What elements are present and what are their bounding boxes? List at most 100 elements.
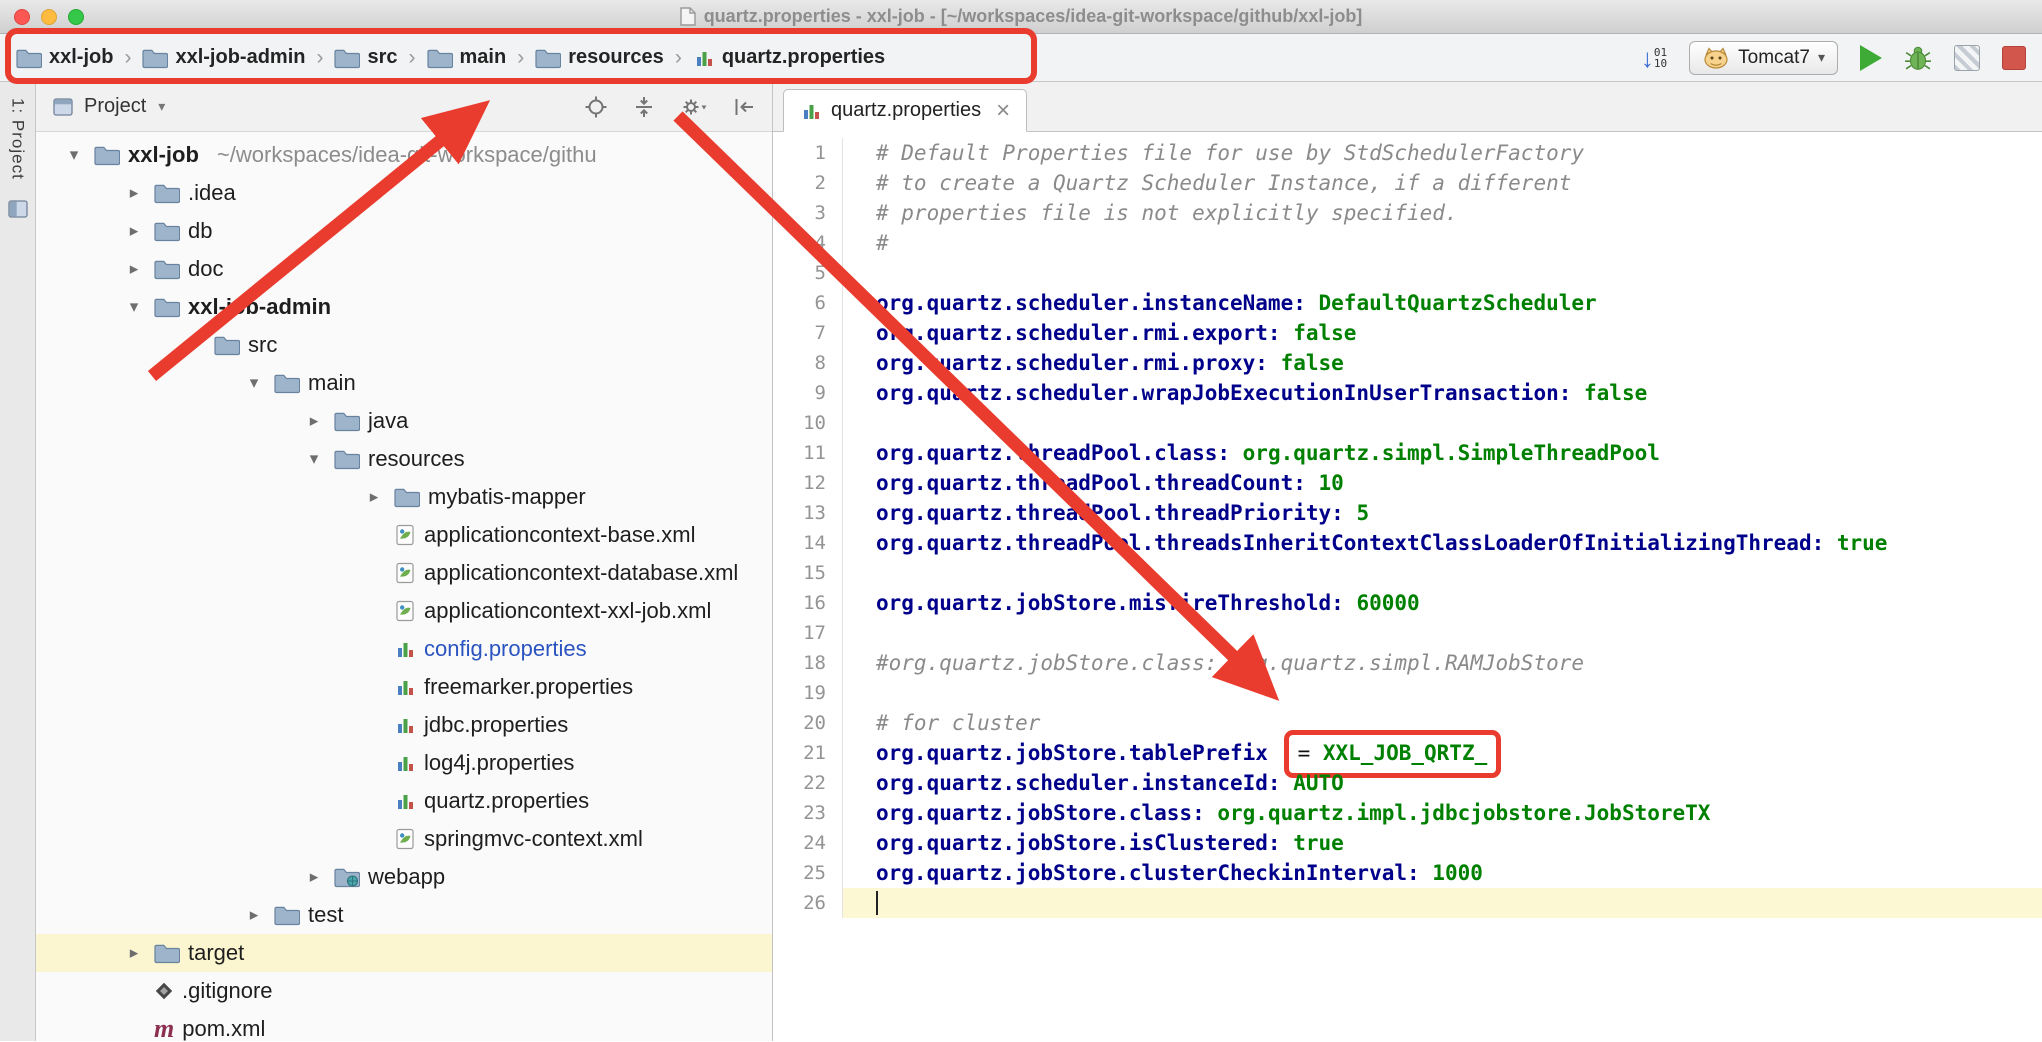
code-segment: false	[1584, 381, 1647, 405]
tomcat-icon	[1702, 46, 1730, 70]
tree-item-db[interactable]: ▸db	[36, 212, 772, 250]
settings-icon[interactable]	[680, 95, 708, 119]
chevron-collapsed-icon[interactable]: ▸	[122, 183, 146, 203]
line-number: 23	[773, 798, 843, 828]
editor-tab-quartz-properties[interactable]: quartz.properties ×	[783, 89, 1027, 132]
code-editor[interactable]: 1# Default Properties file for use by St…	[773, 132, 2042, 1041]
zoom-window-button[interactable]	[68, 9, 84, 25]
tree-item-mybatis-mapper[interactable]: ▸mybatis-mapper	[36, 478, 772, 516]
folder-icon	[334, 448, 360, 470]
text-caret	[876, 891, 878, 915]
tree-item-freemarker-properties[interactable]: freemarker.properties	[36, 668, 772, 706]
chevron-collapsed-icon[interactable]: ▸	[302, 867, 326, 887]
tree-item-path-suffix: ~/workspaces/idea-git-workspace/githu	[217, 142, 597, 168]
tree-item-gitignore[interactable]: .gitignore	[36, 972, 772, 1010]
tree-item-springmvc-context-xml[interactable]: springmvc-context.xml	[36, 820, 772, 858]
close-tab-icon[interactable]: ×	[996, 101, 1010, 121]
chevron-collapsed-icon[interactable]: ▸	[122, 943, 146, 963]
code-segment: #	[876, 231, 889, 255]
tree-item-target[interactable]: ▸target	[36, 934, 772, 972]
tree-item-pom-xml[interactable]: mpom.xml	[36, 1010, 772, 1041]
code-segment: =	[1298, 741, 1323, 765]
chevron-collapsed-icon[interactable]: ▸	[122, 221, 146, 241]
tree-item-java[interactable]: ▸java	[36, 402, 772, 440]
chevron-collapsed-icon[interactable]: ▸	[302, 411, 326, 431]
tree-item-resources[interactable]: ▾resources	[36, 440, 772, 478]
chevron-expanded-icon[interactable]: ▾	[302, 449, 326, 469]
tree-item-idea[interactable]: ▸ .idea	[36, 174, 772, 212]
breadcrumb-item-quartz-properties[interactable]: quartz.properties	[693, 46, 885, 69]
tree-item-applicationcontext-base-xml[interactable]: applicationcontext-base.xml	[36, 516, 772, 554]
breadcrumb-separator-icon: ›	[407, 46, 418, 70]
chevron-collapsed-icon[interactable]: ▸	[362, 487, 386, 507]
tree-item-label: pom.xml	[182, 1016, 265, 1041]
line-number: 6	[773, 288, 843, 318]
close-window-button[interactable]	[14, 9, 30, 25]
view-options-chevron-icon[interactable]: ▾	[158, 98, 165, 115]
chevron-expanded-icon[interactable]: ▾	[122, 297, 146, 317]
tree-item-test[interactable]: ▸test	[36, 896, 772, 934]
navigation-bar: xxl-job›xxl-job-admin›src›main›resources…	[0, 34, 2042, 82]
window-title: quartz.properties - xxl-job - [~/workspa…	[680, 6, 1363, 27]
tree-item-label: .idea	[188, 180, 236, 206]
chevron-collapsed-icon[interactable]: ▸	[242, 905, 266, 925]
line-number: 21	[773, 738, 843, 768]
tree-item-label: applicationcontext-database.xml	[424, 560, 738, 586]
code-line-6: 6org.quartz.scheduler.instanceName: Defa…	[773, 288, 2042, 318]
tree-item-label: xxl-job-admin	[188, 294, 331, 320]
document-icon	[680, 7, 696, 26]
tree-item-main[interactable]: ▾main	[36, 364, 772, 402]
tree-item-xxl-job[interactable]: ▾xxl-job~/workspaces/idea-git-workspace/…	[36, 136, 772, 174]
run-configuration-select[interactable]: Tomcat7 ▾	[1689, 41, 1838, 75]
minimize-window-button[interactable]	[41, 9, 57, 25]
tree-item-quartz-properties[interactable]: quartz.properties	[36, 782, 772, 820]
numeric-badge: 0110	[1654, 47, 1667, 69]
collapse-all-icon[interactable]	[632, 95, 656, 119]
breadcrumb-item-main[interactable]: main	[427, 46, 507, 69]
tree-item-xxl-job-admin[interactable]: ▾ xxl-job-admin	[36, 288, 772, 326]
tool-window-icon[interactable]	[7, 198, 29, 220]
line-number: 4	[773, 228, 843, 258]
code-line-1: 1# Default Properties file for use by St…	[773, 138, 2042, 168]
tree-item-label: src	[248, 332, 277, 358]
tree-item-config-properties[interactable]: config.properties	[36, 630, 772, 668]
code-segment: org.quartz.jobStore.class:	[876, 801, 1217, 825]
breadcrumb-item-xxl-job-admin[interactable]: xxl-job-admin	[142, 46, 305, 69]
debug-button[interactable]	[1904, 44, 1932, 72]
coverage-button[interactable]	[1954, 45, 1980, 71]
tree-item-webapp[interactable]: ▸webapp	[36, 858, 772, 896]
code-line-8: 8org.quartz.scheduler.rmi.proxy: false	[773, 348, 2042, 378]
locate-icon[interactable]	[584, 95, 608, 119]
tree-item-log4j-properties[interactable]: log4j.properties	[36, 744, 772, 782]
breadcrumb-item-resources[interactable]: resources	[535, 46, 664, 69]
main-split: 1: Project Project ▾ ▾xxl-job~/workspace…	[0, 82, 2042, 1041]
project-tree: ▾xxl-job~/workspaces/idea-git-workspace/…	[36, 132, 772, 1041]
run-toolbar: ↓ 0110 Tomcat7 ▾	[1641, 41, 2026, 75]
code-segment: false	[1293, 321, 1356, 345]
tree-item-label: jdbc.properties	[424, 712, 568, 738]
code-segment: org.quartz.threadPool.threadsInheritCont…	[876, 531, 1837, 555]
code-segment: # Default Properties file for use by Std…	[876, 141, 1584, 165]
breadcrumb-item-xxl-job[interactable]: xxl-job	[16, 46, 113, 69]
numeric-sort-icon[interactable]: ↓ 0110	[1641, 47, 1667, 69]
breadcrumb-item-src[interactable]: src	[334, 46, 397, 69]
run-button[interactable]	[1860, 45, 1882, 71]
tree-item-applicationcontext-xxl-job-xml[interactable]: applicationcontext-xxl-job.xml	[36, 592, 772, 630]
tree-item-jdbc-properties[interactable]: jdbc.properties	[36, 706, 772, 744]
line-number: 19	[773, 678, 843, 708]
tree-item-doc[interactable]: ▸doc	[36, 250, 772, 288]
chevron-expanded-icon[interactable]: ▾	[62, 145, 86, 165]
tree-item-applicationcontext-database-xml[interactable]: applicationcontext-database.xml	[36, 554, 772, 592]
properties-icon	[394, 752, 416, 774]
chevron-expanded-icon[interactable]: ▾	[242, 373, 266, 393]
stop-button[interactable]	[2002, 46, 2026, 70]
line-number: 20	[773, 708, 843, 738]
tree-item-src[interactable]: ▾ src	[36, 326, 772, 364]
folder-icon	[94, 144, 120, 166]
chevron-expanded-icon[interactable]: ▾	[182, 335, 206, 355]
chevron-collapsed-icon[interactable]: ▸	[122, 259, 146, 279]
project-stripe-button[interactable]: 1: Project	[8, 98, 28, 180]
code-segment: true	[1837, 531, 1888, 555]
code-segment: # properties file is not explicitly spec…	[876, 201, 1458, 225]
hide-icon[interactable]	[732, 95, 756, 119]
